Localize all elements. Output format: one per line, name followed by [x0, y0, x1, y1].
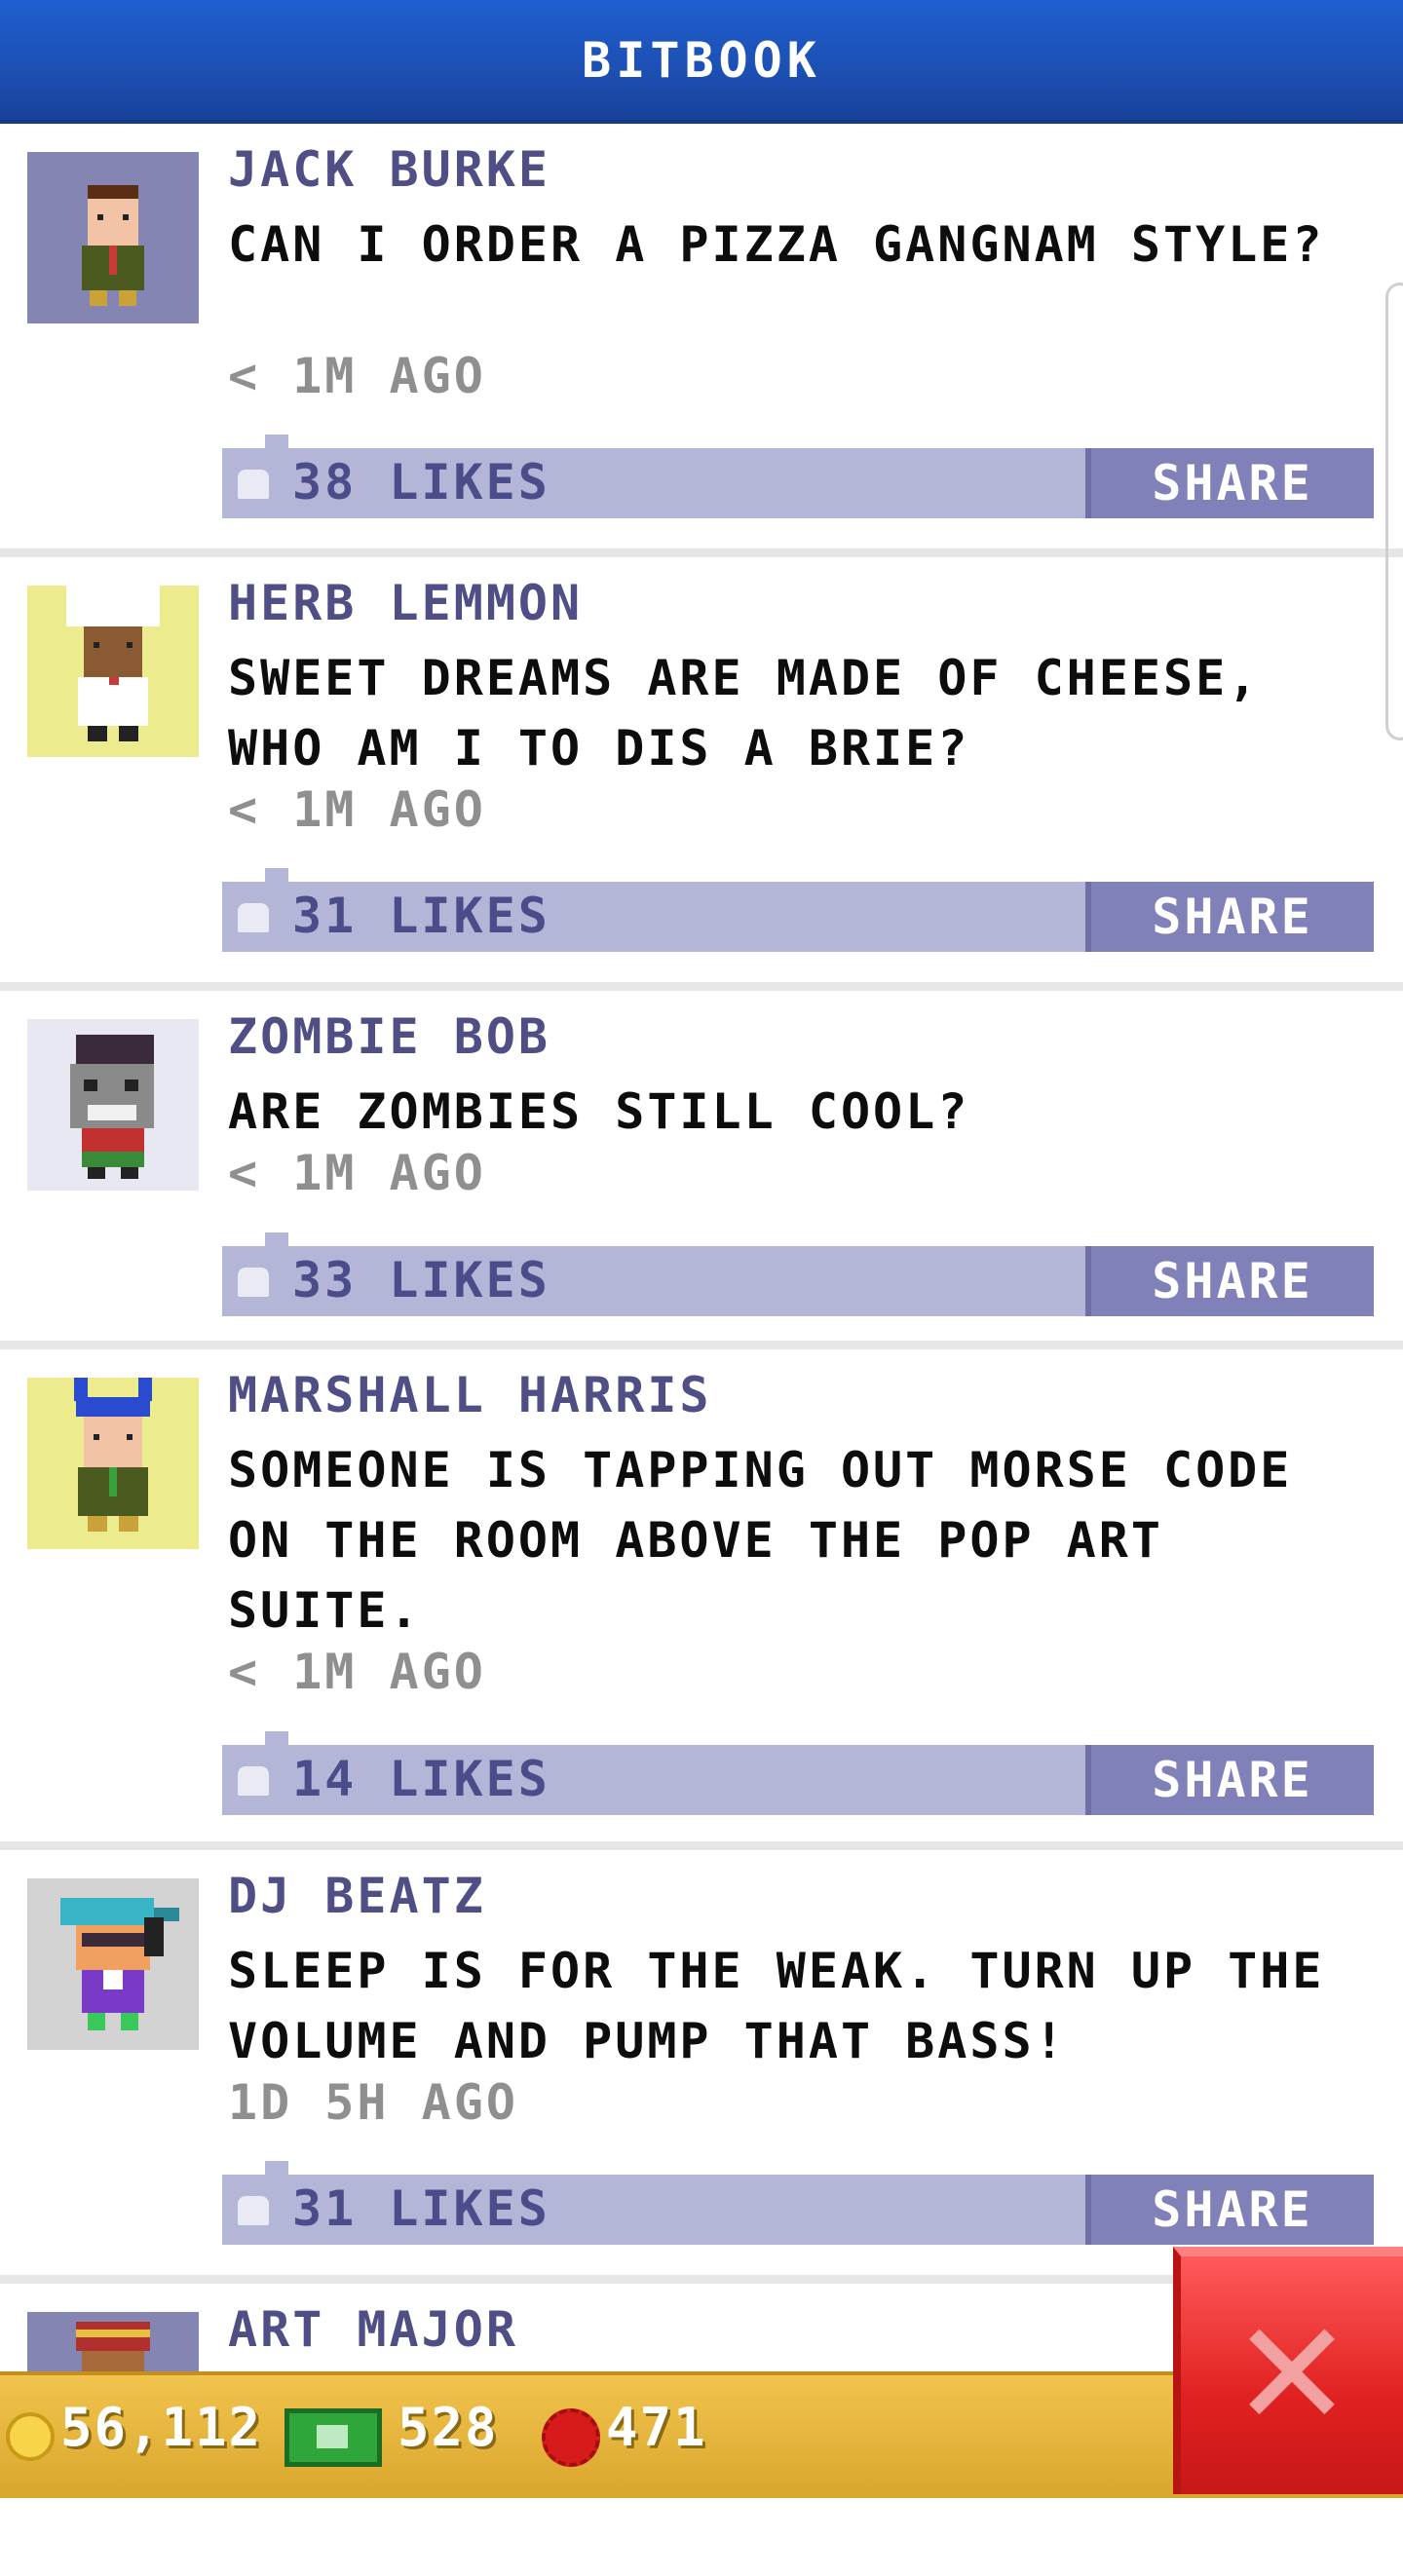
- avatar-image: [27, 152, 199, 323]
- avatar-image: [27, 1378, 199, 1549]
- avatar-image: [27, 1878, 199, 2050]
- post-item: ZOMBIE BOB ARE ZOMBIES STILL COOL? < 1M …: [0, 991, 1403, 1349]
- bux-icon: [284, 2408, 382, 2467]
- post-message: SLEEP IS FOR THE WEAK. TURN UP THE VOLUM…: [228, 1943, 1325, 2069]
- page-title: BITBOOK: [582, 31, 821, 89]
- like-count: 31 LIKES: [292, 2180, 550, 2237]
- share-button[interactable]: SHARE: [1085, 1246, 1374, 1316]
- like-bar: 14 LIKES SHARE: [222, 1731, 1374, 1815]
- share-button[interactable]: SHARE: [1085, 1745, 1374, 1815]
- avatar[interactable]: [27, 1378, 199, 1549]
- like-count: 31 LIKES: [292, 888, 550, 944]
- avatar[interactable]: [27, 586, 199, 757]
- gem-icon: [542, 2408, 600, 2467]
- bitbook-header: BITBOOK: [0, 0, 1403, 124]
- post-author[interactable]: JACK BURKE: [228, 141, 550, 198]
- post-author[interactable]: DJ BEATZ: [228, 1868, 486, 1924]
- post-feed[interactable]: JACK BURKE CAN I ORDER A PIZZA GANGNAM S…: [0, 124, 1403, 2576]
- like-count: 33 LIKES: [292, 1252, 550, 1308]
- scrollbar[interactable]: [1385, 283, 1403, 740]
- bux-count: 528: [398, 2397, 499, 2458]
- like-count: 38 LIKES: [292, 454, 550, 511]
- share-button[interactable]: SHARE: [1085, 448, 1374, 518]
- like-bar-tab: [265, 1232, 288, 1246]
- avatar-image: [27, 586, 199, 757]
- like-hand-icon[interactable]: [238, 2196, 269, 2225]
- like-bar: 31 LIKES SHARE: [222, 2161, 1374, 2245]
- like-bar-tab: [265, 868, 288, 882]
- post-time: 1D 5H AGO: [228, 2074, 518, 2131]
- post-message: CAN I ORDER A PIZZA GANGNAM STYLE?: [228, 216, 1325, 273]
- like-bar-tab: [265, 1731, 288, 1745]
- like-hand-icon[interactable]: [238, 903, 269, 932]
- post-message: ARE ZOMBIES STILL COOL?: [228, 1083, 970, 1140]
- like-bar: 38 LIKES SHARE: [222, 435, 1374, 518]
- post-item: DJ BEATZ SLEEP IS FOR THE WEAK. TURN UP …: [0, 1850, 1403, 2284]
- post-author[interactable]: ART MAJOR: [228, 2301, 518, 2358]
- post-message: SWEET DREAMS ARE MADE OF CHEESE, WHO AM …: [228, 650, 1261, 777]
- like-bar-tab: [265, 2161, 288, 2175]
- avatar[interactable]: [27, 1019, 199, 1191]
- avatar-image: [27, 1019, 199, 1191]
- like-bar: 31 LIKES SHARE: [222, 868, 1374, 952]
- post-author[interactable]: MARSHALL HARRIS: [228, 1367, 712, 1423]
- post-author[interactable]: HERB LEMMON: [228, 575, 583, 631]
- avatar[interactable]: [27, 1878, 199, 2050]
- gem-count: 471: [606, 2397, 707, 2458]
- share-button[interactable]: SHARE: [1085, 2175, 1374, 2245]
- post-time: < 1M AGO: [228, 1644, 486, 1700]
- post-message: SOMEONE IS TAPPING OUT MORSE CODE ON THE…: [228, 1442, 1293, 1639]
- like-hand-icon[interactable]: [238, 470, 269, 499]
- coin-icon: [6, 2412, 55, 2461]
- close-icon: ✕: [1231, 2291, 1353, 2460]
- close-button[interactable]: ✕: [1173, 2247, 1403, 2494]
- avatar[interactable]: [27, 152, 199, 323]
- like-bar-tab: [265, 435, 288, 448]
- like-bar: 33 LIKES SHARE: [222, 1232, 1374, 1316]
- post-time: < 1M AGO: [228, 348, 486, 404]
- post-item: MARSHALL HARRIS SOMEONE IS TAPPING OUT M…: [0, 1349, 1403, 1850]
- like-hand-icon[interactable]: [238, 1268, 269, 1297]
- post-item: HERB LEMMON SWEET DREAMS ARE MADE OF CHE…: [0, 557, 1403, 991]
- post-time: < 1M AGO: [228, 1145, 486, 1201]
- coin-count: 56,112: [60, 2397, 263, 2458]
- like-hand-icon[interactable]: [238, 1766, 269, 1796]
- like-count: 14 LIKES: [292, 1751, 550, 1807]
- share-button[interactable]: SHARE: [1085, 882, 1374, 952]
- post-item: JACK BURKE CAN I ORDER A PIZZA GANGNAM S…: [0, 124, 1403, 557]
- post-author[interactable]: ZOMBIE BOB: [228, 1008, 550, 1065]
- post-time: < 1M AGO: [228, 781, 486, 838]
